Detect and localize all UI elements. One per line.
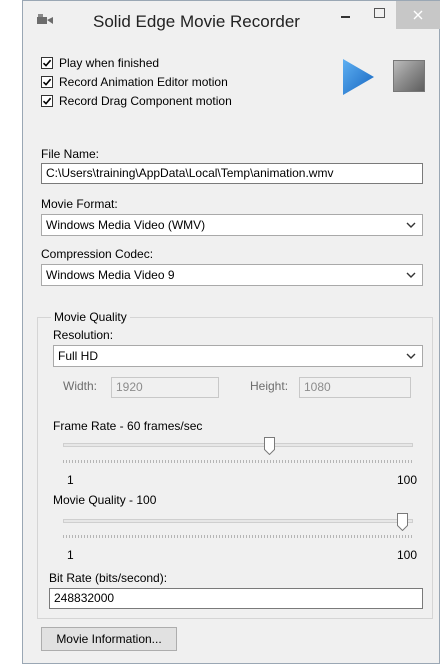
movie-recorder-window: Solid Edge Movie Recorder Play when fini… (22, 0, 440, 664)
checkmark-icon (42, 78, 52, 86)
play-when-finished-label: Play when finished (59, 56, 160, 70)
width-label: Width: (63, 379, 98, 393)
play-when-finished-checkbox[interactable] (41, 57, 53, 69)
movie-information-button[interactable]: Movie Information... (41, 627, 177, 651)
record-animation-editor-checkbox[interactable] (41, 76, 53, 88)
movie-quality-slider-ticks (63, 535, 413, 538)
file-name-input[interactable]: C:\Users\training\AppData\Local\Temp\ani… (41, 163, 423, 184)
stop-icon[interactable] (393, 60, 425, 92)
movie-quality-group-title: Movie Quality (51, 310, 130, 324)
compression-codec-label: Compression Codec: (41, 247, 154, 261)
frame-rate-slider-thumb[interactable] (264, 437, 276, 458)
frame-rate-min-label: 1 (67, 473, 74, 487)
resolution-value: Full HD (58, 349, 99, 363)
frame-rate-slider[interactable] (63, 443, 413, 447)
play-when-finished-option[interactable]: Play when finished (41, 55, 159, 71)
frame-rate-label: Frame Rate - 60 frames/sec (53, 419, 203, 433)
minimize-button[interactable] (333, 1, 357, 29)
frame-rate-slider-ticks (63, 460, 413, 463)
file-name-label: File Name: (41, 147, 100, 161)
maximize-icon (373, 8, 385, 18)
bit-rate-input[interactable]: 248832000 (49, 588, 423, 609)
height-input: 1080 (299, 377, 411, 398)
bit-rate-label: Bit Rate (bits/second): (49, 571, 168, 585)
resolution-select[interactable]: Full HD (53, 345, 423, 367)
record-animation-editor-option[interactable]: Record Animation Editor motion (41, 74, 228, 90)
compression-codec-select[interactable]: Windows Media Video 9 (41, 264, 423, 286)
title-bar[interactable]: Solid Edge Movie Recorder (23, 1, 440, 41)
chevron-down-icon (406, 353, 416, 359)
checkmark-icon (42, 97, 52, 105)
window-title: Solid Edge Movie Recorder (93, 12, 300, 31)
minimize-icon (340, 16, 350, 18)
close-button[interactable] (396, 1, 440, 29)
checkmark-icon (42, 59, 52, 67)
movie-quality-label: Movie Quality - 100 (53, 493, 157, 507)
camera-icon (37, 14, 53, 29)
frame-rate-max-label: 100 (397, 473, 418, 487)
movie-quality-slider-thumb[interactable] (397, 513, 408, 534)
movie-format-value: Windows Media Video (WMV) (46, 218, 206, 232)
record-drag-component-checkbox[interactable] (41, 95, 53, 107)
movie-format-select[interactable]: Windows Media Video (WMV) (41, 214, 423, 236)
record-drag-component-label: Record Drag Component motion (59, 94, 232, 108)
width-input: 1920 (111, 377, 219, 398)
compression-codec-value: Windows Media Video 9 (46, 268, 175, 282)
close-icon (413, 10, 423, 20)
chevron-down-icon (406, 272, 416, 278)
movie-quality-min-label: 1 (67, 548, 74, 562)
play-icon[interactable] (341, 58, 375, 99)
movie-quality-max-label: 100 (397, 548, 418, 562)
height-label: Height: (250, 379, 289, 393)
movie-format-label: Movie Format: (41, 197, 118, 211)
record-animation-editor-label: Record Animation Editor motion (59, 75, 228, 89)
maximize-button[interactable] (367, 1, 391, 29)
movie-quality-slider[interactable] (63, 519, 413, 523)
record-drag-component-option[interactable]: Record Drag Component motion (41, 93, 232, 109)
resolution-label: Resolution: (53, 328, 114, 342)
chevron-down-icon (406, 222, 416, 228)
